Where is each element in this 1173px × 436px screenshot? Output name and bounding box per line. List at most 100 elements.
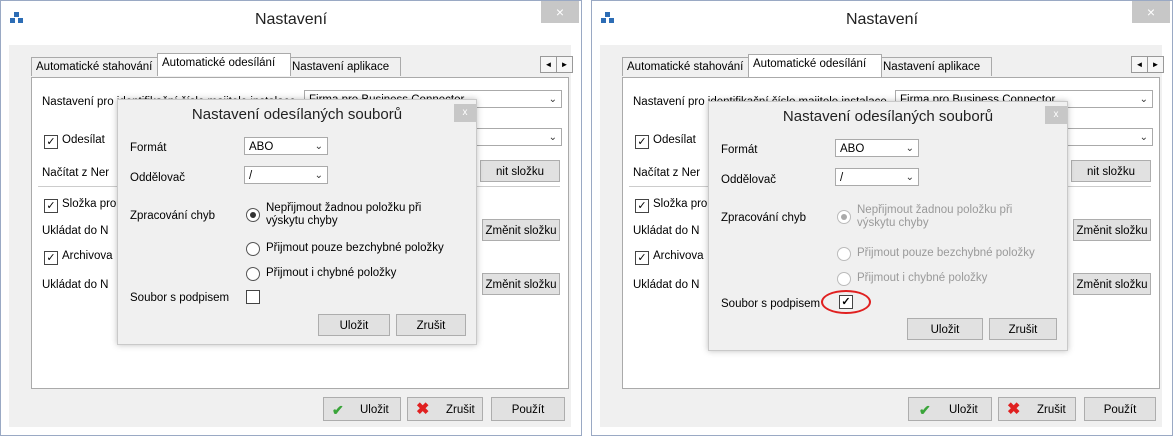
- cancel-button[interactable]: ✖ Zrušit: [998, 397, 1076, 421]
- save-to-label: Ukládat do N: [633, 225, 700, 237]
- dialog-close-icon[interactable]: x: [454, 104, 476, 122]
- settings-window: Nastavení × Automatické stahování Automa…: [0, 0, 582, 436]
- signed-file-label: Soubor s podpisem: [130, 292, 230, 304]
- option-reject-all-label: Nepřijmout žadnou položku při výskytu ch…: [857, 204, 1013, 229]
- settings-window-after: Nastavení × Automatické stahování Automa…: [591, 0, 1173, 436]
- tab-scroll-right-icon[interactable]: ►: [1147, 56, 1164, 73]
- secondary-select[interactable]: ⌄: [462, 128, 562, 146]
- chevron-down-icon: ⌄: [1139, 132, 1148, 143]
- sent-files-dialog: Nastavení odesílaných souborů x Formát A…: [117, 99, 477, 345]
- load-label: Načítat z Ner: [633, 167, 701, 179]
- change-folder-button-partial[interactable]: nit složku: [480, 160, 560, 182]
- checkmark-icon: ✓: [637, 200, 647, 212]
- option-reject-all-radio[interactable]: [837, 210, 851, 224]
- close-icon[interactable]: ×: [1132, 1, 1170, 23]
- load-label: Načítat z Ner: [42, 167, 110, 179]
- send-checkbox[interactable]: ✓: [44, 135, 58, 149]
- change-folder-button[interactable]: Změnit složku: [1073, 219, 1151, 241]
- title-bar: Nastavení ×: [592, 1, 1172, 41]
- error-handling-label: Zpracování chyb: [130, 210, 216, 222]
- checkmark-icon: ✓: [637, 136, 647, 148]
- tab-automatic-sending[interactable]: Automatické odesílání: [157, 53, 291, 76]
- option-accept-valid-label: Přijmout pouze bezchybné položky: [857, 247, 1035, 259]
- format-select[interactable]: ABO ⌄: [244, 137, 328, 155]
- highlight-ellipse: [821, 290, 871, 314]
- option-accept-all-label: Přijmout i chybné položky: [857, 272, 988, 284]
- secondary-select[interactable]: ⌄: [1053, 128, 1153, 146]
- option-reject-all-label: Nepřijmout žadnou položku při výskytu ch…: [266, 202, 422, 227]
- chevron-down-icon: ⌄: [548, 132, 557, 143]
- error-handling-label: Zpracování chyb: [721, 212, 807, 224]
- change-folder-button-2[interactable]: Změnit složku: [1073, 273, 1151, 295]
- archive-checkbox[interactable]: ✓: [635, 251, 649, 265]
- option-accept-valid-label: Přijmout pouze bezchybné položky: [266, 242, 444, 254]
- tab-automatic-download[interactable]: Automatické stahování: [622, 57, 756, 76]
- dialog-cancel-button[interactable]: Zrušit: [396, 314, 466, 336]
- save-button[interactable]: ✔ Uložit: [908, 397, 992, 421]
- option-accept-all-radio[interactable]: [837, 272, 851, 286]
- tab-app-settings[interactable]: Nastavení aplikace: [287, 57, 401, 76]
- checkmark-icon: ✓: [46, 136, 56, 148]
- separator-select[interactable]: / ⌄: [244, 166, 328, 184]
- apply-button[interactable]: Použít: [1084, 397, 1156, 421]
- format-label: Formát: [130, 142, 167, 154]
- title-bar: Nastavení ×: [1, 1, 581, 41]
- change-folder-button-2[interactable]: Změnit složku: [482, 273, 560, 295]
- folder-checkbox[interactable]: ✓: [635, 199, 649, 213]
- format-label: Formát: [721, 144, 758, 156]
- chevron-down-icon: ⌄: [314, 141, 323, 152]
- tab-automatic-download[interactable]: Automatické stahování: [31, 57, 165, 76]
- tab-scroll-left-icon[interactable]: ◄: [540, 56, 557, 73]
- window-title: Nastavení: [845, 11, 919, 28]
- save-button[interactable]: ✔ Uložit: [323, 397, 401, 421]
- option-accept-all-label: Přijmout i chybné položky: [266, 267, 397, 279]
- close-icon[interactable]: ×: [541, 1, 579, 23]
- send-checkbox[interactable]: ✓: [635, 135, 649, 149]
- tab-app-settings[interactable]: Nastavení aplikace: [878, 57, 992, 76]
- option-accept-all-radio[interactable]: [246, 267, 260, 281]
- signed-file-checkbox[interactable]: [246, 290, 260, 304]
- save-to-label: Ukládat do N: [42, 225, 109, 237]
- archive-label: Archivova: [653, 250, 704, 262]
- separator-label: Oddělovač: [721, 174, 776, 186]
- separator-select[interactable]: / ⌄: [835, 168, 919, 186]
- save-to-label-2: Ukládat do N: [42, 279, 109, 291]
- chevron-down-icon: ⌄: [905, 143, 914, 154]
- check-icon: ✔: [332, 402, 344, 418]
- check-icon: ✔: [919, 402, 931, 418]
- signed-file-label: Soubor s podpisem: [721, 298, 821, 310]
- sent-files-dialog: Nastavení odesílaných souborů x Formát A…: [708, 101, 1068, 351]
- window-title: Nastavení: [254, 11, 328, 28]
- dialog-close-icon[interactable]: x: [1045, 106, 1067, 124]
- send-label: Odesílat: [62, 134, 105, 146]
- change-folder-button-partial[interactable]: nit složku: [1071, 160, 1151, 182]
- option-accept-valid-radio[interactable]: [837, 247, 851, 261]
- folder-label: Složka pro: [653, 198, 708, 210]
- dialog-title: Nastavení odesílaných souborů: [191, 106, 403, 123]
- dialog-title: Nastavení odesílaných souborů: [782, 108, 994, 125]
- archive-checkbox[interactable]: ✓: [44, 251, 58, 265]
- apply-button[interactable]: Použít: [491, 397, 565, 421]
- format-select[interactable]: ABO ⌄: [835, 139, 919, 157]
- separator-label: Oddělovač: [130, 172, 185, 184]
- cancel-button[interactable]: ✖ Zrušit: [407, 397, 483, 421]
- dialog-cancel-button[interactable]: Zrušit: [989, 318, 1057, 340]
- dialog-save-button[interactable]: Uložit: [907, 318, 983, 340]
- cross-icon: ✖: [416, 401, 430, 418]
- tab-automatic-sending[interactable]: Automatické odesílání: [748, 54, 882, 77]
- checkmark-icon: ✓: [637, 252, 647, 264]
- save-to-label-2: Ukládat do N: [633, 279, 700, 291]
- tab-scroll-left-icon[interactable]: ◄: [1131, 56, 1148, 73]
- archive-label: Archivova: [62, 250, 113, 262]
- change-folder-button[interactable]: Změnit složku: [482, 219, 560, 241]
- tab-scroll-right-icon[interactable]: ►: [556, 56, 573, 73]
- option-reject-all-radio[interactable]: [246, 208, 260, 222]
- settings-window-before: Nastavení × Automatické stahování Automa…: [0, 0, 582, 436]
- folder-checkbox[interactable]: ✓: [44, 199, 58, 213]
- checkmark-icon: ✓: [46, 200, 56, 212]
- option-accept-valid-radio[interactable]: [246, 242, 260, 256]
- dialog-save-button[interactable]: Uložit: [318, 314, 390, 336]
- send-label: Odesílat: [653, 134, 696, 146]
- folder-label: Složka pro: [62, 198, 117, 210]
- settings-window: Nastavení × Automatické stahování Automa…: [591, 0, 1173, 436]
